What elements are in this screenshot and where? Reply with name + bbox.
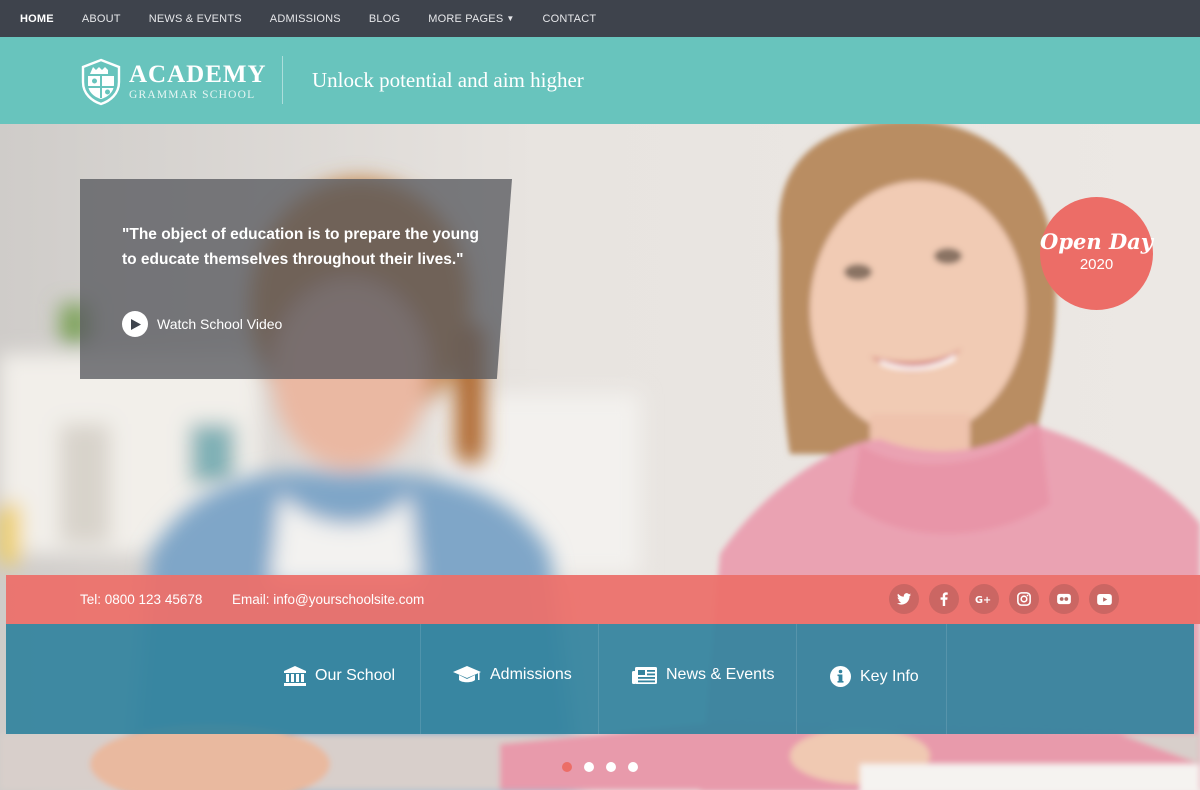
quick-link-label: Our School [315,667,396,684]
quick-link-our-school[interactable]: Our School [284,666,395,686]
hero-quote: "The object of education is to prepare t… [122,226,479,268]
quick-link-label: Key Info [860,667,919,685]
site-logo[interactable]: ACADEMY GRAMMAR SCHOOL [80,58,267,106]
quick-link-divider [946,624,947,734]
hero-slider: "The object of education is to prepare t… [0,124,1200,790]
slider-dot[interactable] [628,762,638,772]
top-navigation: HOME ABOUT NEWS & EVENTS ADMISSIONS BLOG… [0,0,1200,37]
watch-video-link[interactable]: Watch School Video [122,311,282,337]
slider-dot-active[interactable] [562,762,572,772]
quote-panel-background [80,179,512,379]
nav-more-pages-label: MORE PAGES [428,12,504,25]
open-day-badge[interactable]: Open Day 2020 [1040,197,1153,310]
info-icon [830,666,851,687]
nav-news-events[interactable]: NEWS & EVENTS [149,13,242,25]
contact-phone[interactable]: Tel: 0800 123 45678 [80,592,202,607]
bank-icon [284,666,306,686]
quote-panel: "The object of education is to prepare t… [80,179,512,379]
quick-link-divider [796,624,797,734]
youtube-icon[interactable] [1089,584,1119,614]
quick-link-label: News & Events [666,666,775,683]
nav-more-pages[interactable]: MORE PAGES ▼ [428,13,514,25]
newspaper-icon [632,666,657,684]
graduation-cap-icon [453,666,481,684]
google-plus-icon[interactable]: G+ [969,584,999,614]
logo-text: ACADEMY GRAMMAR SCHOOL [129,62,267,102]
slider-dot[interactable] [606,762,616,772]
tagline: Unlock potential and aim higher [312,68,584,92]
open-day-title: Open Day [1040,229,1153,254]
play-icon [122,311,148,337]
nav-blog[interactable]: BLOG [369,13,400,25]
watch-video-label: Watch School Video [157,316,283,332]
nav-admissions[interactable]: ADMISSIONS [270,13,341,25]
contact-bar: Tel: 0800 123 45678 Email: info@yourscho… [6,575,1200,624]
chevron-down-icon: ▼ [506,13,515,23]
quick-links-bar: Our School Admissions News & Events Key … [6,624,1194,734]
slider-dots [562,762,650,772]
contact-email[interactable]: Email: info@yourschoolsite.com [232,592,424,607]
nav-home[interactable]: HOME [20,13,54,25]
shield-crest-icon [81,58,121,106]
svg-text:G+: G+ [975,595,991,605]
quick-link-divider [420,624,421,734]
logo-subtitle: GRAMMAR SCHOOL [129,89,256,101]
slider-dot[interactable] [584,762,594,772]
nav-contact[interactable]: CONTACT [543,13,597,25]
flickr-icon[interactable] [1049,584,1079,614]
quick-link-label: Admissions [490,666,572,683]
instagram-icon[interactable] [1009,584,1039,614]
logo-title: ACADEMY [129,61,267,88]
open-day-year: 2020 [1079,256,1114,273]
quick-link-admissions[interactable]: Admissions [453,666,572,684]
quick-link-divider [598,624,599,734]
facebook-icon[interactable] [929,584,959,614]
header-divider [282,56,283,104]
nav-about[interactable]: ABOUT [82,13,121,25]
quick-link-key-info[interactable]: Key Info [830,666,919,687]
quick-link-news-events[interactable]: News & Events [632,666,774,684]
twitter-icon[interactable] [889,584,919,614]
